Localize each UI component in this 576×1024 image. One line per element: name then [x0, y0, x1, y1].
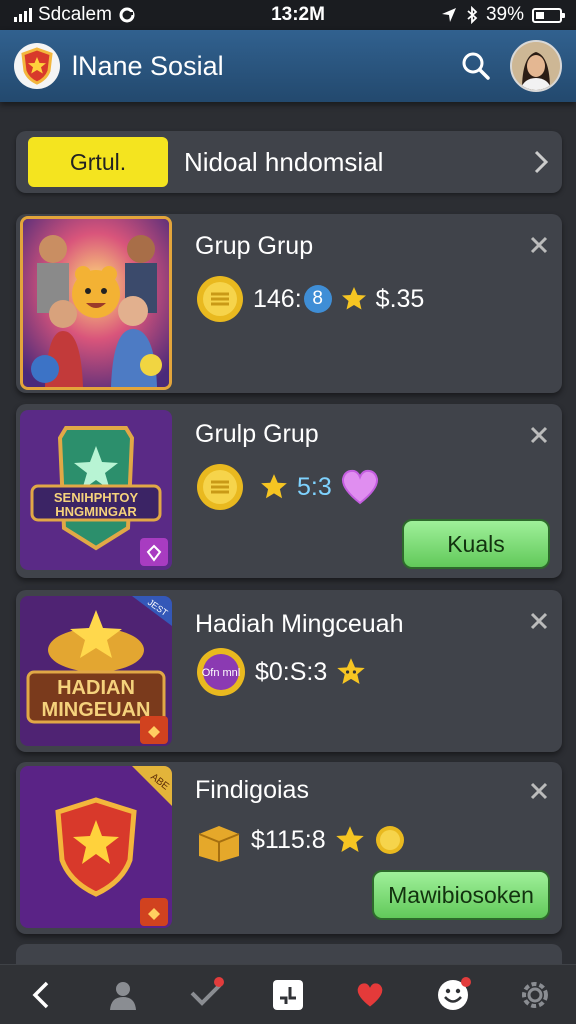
join-button[interactable]: Kuals [402, 519, 550, 569]
location-icon [441, 8, 456, 22]
gear-icon [521, 981, 548, 1008]
nav-messages[interactable] [266, 973, 310, 1017]
star-icon [335, 826, 364, 852]
card-price: $.35 [375, 284, 425, 313]
card-stats-row: 146: 8 $.35 [195, 274, 424, 324]
close-button[interactable] [526, 778, 552, 804]
notification-dot [460, 976, 471, 987]
close-icon [530, 426, 548, 444]
signal-icon [14, 8, 32, 22]
card-title: Hadiah Mingceuah [195, 610, 404, 638]
group-card[interactable]: SENIHPHTOY HNGMINGAR Grulp Grup 5:3 Kual… [16, 404, 562, 578]
nav-tasks[interactable] [184, 973, 228, 1017]
star-icon [337, 658, 365, 684]
app-logo[interactable] [14, 43, 60, 89]
nav-settings[interactable] [513, 973, 557, 1017]
battery-icon [532, 7, 565, 23]
sync-icon [119, 7, 135, 23]
battery-percent: 39% [485, 4, 524, 25]
banner-text: Nidoal hndomsial [184, 146, 384, 177]
person-icon [110, 981, 137, 1010]
close-icon [530, 612, 548, 630]
chevron-right-icon [534, 150, 549, 174]
group-card[interactable]: HADIAN MINGEUAN JEST Hadiah Mingceuah Of… [16, 590, 562, 752]
group-card[interactable]: ABE Findigoias $115:8 Mawibiosoken [16, 762, 562, 934]
nav-back[interactable] [19, 973, 63, 1017]
nav-social[interactable] [431, 973, 475, 1017]
notification-dot [213, 976, 224, 987]
card-value: 146: [253, 284, 302, 313]
nav-profile[interactable] [101, 973, 145, 1017]
profile-avatar[interactable] [510, 40, 562, 92]
art-title-line-1: HADIAN [57, 677, 135, 699]
carrier-label: Sdcalem [38, 4, 112, 25]
close-icon [530, 236, 548, 254]
coin-icon [197, 276, 243, 322]
bluetooth-icon [467, 6, 478, 24]
coin-icon [375, 826, 404, 854]
card-thumbnail [20, 216, 172, 390]
join-button[interactable]: Mawibiosoken [372, 870, 550, 920]
star-icon [261, 474, 287, 499]
reward-coin-text: Ofn mnl [202, 667, 241, 679]
avatar-image [512, 42, 560, 90]
close-icon [530, 782, 548, 800]
card-thumbnail: SENIHPHTOY HNGMINGAR [20, 410, 172, 570]
card-thumbnail: ABE [20, 766, 172, 928]
bottom-navigation [0, 964, 576, 1024]
search-icon [462, 52, 490, 80]
card-title: Grulp Grup [195, 420, 319, 448]
banner-pill-button[interactable]: Grtul. [28, 137, 168, 187]
close-button[interactable] [526, 232, 552, 258]
nav-favorites[interactable] [348, 973, 392, 1017]
count-badge: 8 [303, 285, 332, 313]
art-title-line-2: HNGMINGAR [55, 504, 137, 519]
card-value: $0:S:3 [255, 657, 328, 686]
card-thumbnail: HADIAN MINGEUAN JEST [20, 596, 172, 746]
close-button[interactable] [526, 422, 552, 448]
card-title: Grup Grup [195, 232, 314, 260]
chat-icon [272, 979, 303, 1010]
card-stats-row: $115:8 [195, 816, 406, 864]
group-card[interactable]: Grup Grup 146: 8 $.35 [16, 214, 562, 393]
status-bar: Sdcalem 13:2M 39% [0, 0, 576, 30]
coin-icon [197, 464, 243, 510]
group-banner[interactable]: Grtul. Nidoal hndomsial [16, 131, 562, 193]
card-title: Findigoias [195, 776, 309, 804]
app-bar: lNane Sosial [0, 30, 576, 102]
reward-coin-icon: Ofn mnl [197, 648, 245, 696]
app-title: lNane Sosial [72, 50, 224, 81]
back-icon [32, 981, 49, 1008]
card-stats-row: 5:3 [195, 462, 380, 512]
heart-icon [357, 982, 383, 1007]
treasure-box-icon [198, 826, 240, 862]
art-title-line-2: MINGEUAN [42, 699, 151, 721]
search-button[interactable] [456, 46, 496, 86]
card-value: 5:3 [297, 472, 332, 501]
shield-star-icon [21, 47, 53, 85]
card-stats-row: Ofn mnl $0:S:3 [195, 646, 367, 698]
clock: 13:2M [271, 4, 325, 25]
star-icon [341, 287, 366, 310]
art-title-line-1: SENIHPHTOY [54, 490, 139, 505]
close-button[interactable] [526, 608, 552, 634]
card-value: $115:8 [251, 825, 326, 854]
heart-icon [341, 469, 378, 505]
